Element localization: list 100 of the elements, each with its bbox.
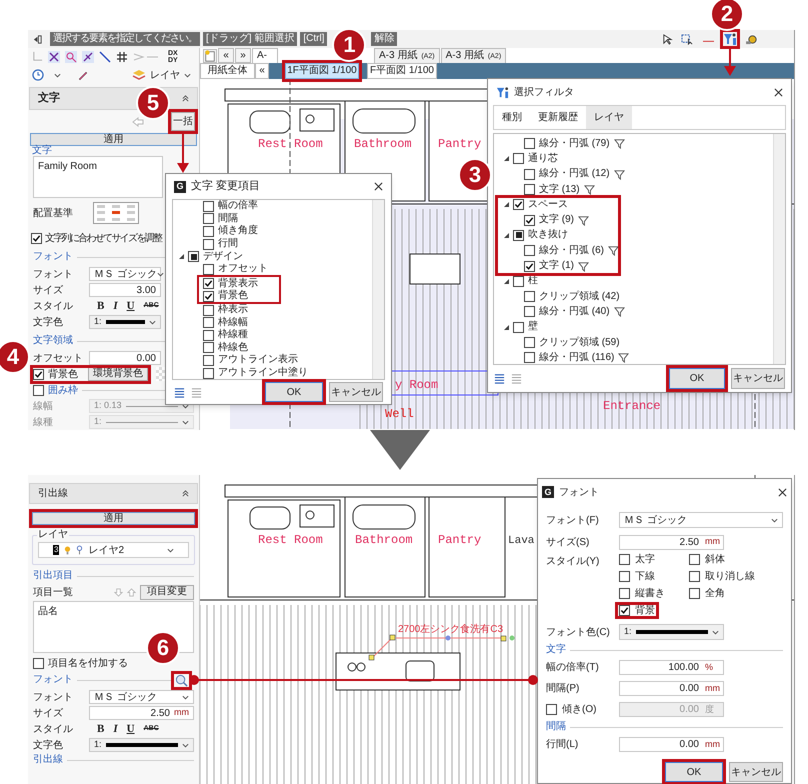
funnel-icon[interactable] bbox=[614, 138, 625, 150]
tree-item[interactable]: 文字 (9) bbox=[539, 215, 574, 226]
layer-button[interactable]: レイヤ bbox=[132, 68, 195, 82]
checkbox[interactable] bbox=[203, 368, 214, 379]
tree-item[interactable]: 背景色 bbox=[218, 291, 248, 302]
apply-button[interactable]: 適用 bbox=[32, 512, 195, 525]
tree-item[interactable]: クリップ領域 (59) bbox=[539, 338, 620, 348]
expand-arrow-icon[interactable] bbox=[504, 324, 509, 330]
tree-item[interactable]: 線分・円弧 (40) bbox=[539, 306, 610, 317]
style-button[interactable]: B bbox=[97, 720, 104, 738]
checkbox[interactable] bbox=[524, 245, 535, 256]
style-button[interactable]: U bbox=[126, 298, 135, 314]
color-select[interactable]: 1: bbox=[619, 624, 724, 640]
alignment-grid-icon[interactable] bbox=[93, 202, 139, 224]
style-button[interactable]: B bbox=[97, 298, 104, 314]
checkbox[interactable] bbox=[203, 290, 214, 302]
tree-item[interactable]: 線分・円弧 (6) bbox=[539, 246, 604, 256]
checkbox[interactable] bbox=[524, 168, 535, 180]
checkbox[interactable] bbox=[619, 571, 630, 582]
checkbox[interactable] bbox=[524, 138, 535, 150]
checkbox[interactable] bbox=[689, 554, 700, 565]
view-tab[interactable]: 用紙全体 bbox=[200, 63, 255, 79]
checkbox[interactable] bbox=[203, 226, 214, 237]
select-field[interactable]: ＭＳ ゴシック bbox=[89, 690, 194, 704]
checkbox[interactable] bbox=[203, 330, 214, 341]
grid-icon[interactable] bbox=[116, 50, 128, 62]
collapse-icon[interactable] bbox=[182, 490, 189, 497]
checkbox[interactable] bbox=[524, 352, 535, 364]
text-input[interactable]: Family Room bbox=[33, 156, 163, 198]
checkbox[interactable] bbox=[524, 291, 535, 302]
close-icon[interactable] bbox=[374, 182, 383, 191]
checkbox[interactable] bbox=[524, 260, 535, 272]
checkbox[interactable] bbox=[203, 317, 214, 328]
cross-icon[interactable] bbox=[48, 50, 60, 62]
pointer-icon[interactable] bbox=[662, 34, 673, 44]
tree-item[interactable]: アウトライン中塗り bbox=[218, 368, 308, 378]
funnel-icon[interactable] bbox=[608, 245, 619, 256]
pen-icon[interactable] bbox=[77, 69, 89, 81]
list-view-icon[interactable] bbox=[174, 386, 185, 398]
tree-item[interactable]: オフセット bbox=[218, 264, 268, 274]
style-button[interactable]: U bbox=[126, 720, 135, 738]
tree-item[interactable]: 行間 bbox=[218, 239, 238, 250]
select-field[interactable]: ＭＳ ゴシック bbox=[89, 267, 161, 281]
checkbox[interactable] bbox=[524, 337, 535, 348]
compact-list-icon[interactable] bbox=[511, 373, 522, 384]
tree-item[interactable]: アウトライン表示 bbox=[218, 355, 298, 366]
apply-button[interactable]: 適用 bbox=[30, 133, 197, 146]
checkbox[interactable] bbox=[203, 304, 214, 316]
number-field[interactable]: 3.00 bbox=[89, 283, 161, 297]
view-tab[interactable]: F平面図 1/100 bbox=[367, 63, 437, 79]
tree-item[interactable]: 文字 (1) bbox=[539, 261, 574, 272]
checkbox[interactable] bbox=[203, 342, 214, 354]
funnel-icon[interactable] bbox=[584, 184, 595, 196]
expand-arrow-icon[interactable] bbox=[504, 156, 509, 162]
cancel-button[interactable]: キャンセル bbox=[731, 368, 785, 389]
funnel-icon[interactable] bbox=[614, 168, 625, 180]
checkbox[interactable] bbox=[203, 213, 214, 224]
stopwatch-icon[interactable] bbox=[32, 69, 46, 81]
checkbox[interactable] bbox=[513, 322, 524, 333]
checkbox[interactable] bbox=[524, 184, 535, 196]
tree-item[interactable]: 吹き抜け bbox=[528, 230, 568, 240]
slash-icon[interactable] bbox=[82, 50, 94, 62]
checkbox[interactable] bbox=[689, 588, 700, 599]
checkbox[interactable] bbox=[689, 571, 700, 582]
tree-item[interactable]: 線分・円弧 (116) bbox=[539, 352, 614, 363]
tree-item[interactable]: 壁 bbox=[528, 322, 538, 332]
change-items-button[interactable]: 項目変更 bbox=[140, 584, 194, 600]
expand-arrow-icon[interactable] bbox=[179, 254, 184, 260]
ok-button[interactable]: OK bbox=[669, 368, 725, 389]
number-field[interactable]: 0.00 mm bbox=[619, 681, 724, 696]
tree-item[interactable]: 文字 (13) bbox=[539, 184, 580, 195]
expand-arrow-icon[interactable] bbox=[504, 202, 509, 208]
tab-nav-button[interactable]: » bbox=[235, 48, 251, 63]
checkbox[interactable] bbox=[524, 306, 535, 318]
checkbox[interactable] bbox=[31, 232, 42, 244]
filter-tab[interactable]: レイヤ bbox=[586, 106, 632, 129]
checkbox[interactable] bbox=[203, 200, 214, 212]
compact-list-icon[interactable] bbox=[191, 386, 202, 398]
color-select[interactable]: 1: bbox=[89, 738, 194, 752]
funnel-icon[interactable] bbox=[618, 352, 630, 364]
checkbox[interactable] bbox=[513, 276, 524, 287]
checkbox[interactable] bbox=[513, 199, 524, 210]
sheet-tab[interactable]: A- bbox=[252, 48, 278, 63]
funnel-icon[interactable] bbox=[578, 214, 589, 226]
cancel-button[interactable]: キャンセル bbox=[329, 382, 383, 402]
layer-select[interactable]: 3 レイヤ2 bbox=[38, 542, 189, 558]
number-field[interactable]: 2.50 mm bbox=[89, 706, 194, 720]
tree-item[interactable]: スペース bbox=[528, 200, 568, 210]
cancel-button[interactable]: キャンセル bbox=[729, 762, 783, 782]
batch-button[interactable]: 一括 bbox=[171, 112, 195, 131]
checkbox[interactable] bbox=[203, 278, 214, 290]
checkbox[interactable] bbox=[188, 251, 199, 262]
number-field[interactable]: 100.00 % bbox=[619, 660, 724, 675]
ok-button[interactable]: OK bbox=[665, 762, 723, 782]
tree-item[interactable]: 枠線色 bbox=[218, 342, 248, 353]
expand-arrow-icon[interactable] bbox=[504, 278, 509, 284]
list-view-icon[interactable] bbox=[494, 373, 505, 384]
tree-item[interactable]: デザイン bbox=[203, 252, 243, 262]
funnel-icon[interactable] bbox=[614, 306, 625, 318]
ok-button[interactable]: OK bbox=[265, 382, 323, 402]
